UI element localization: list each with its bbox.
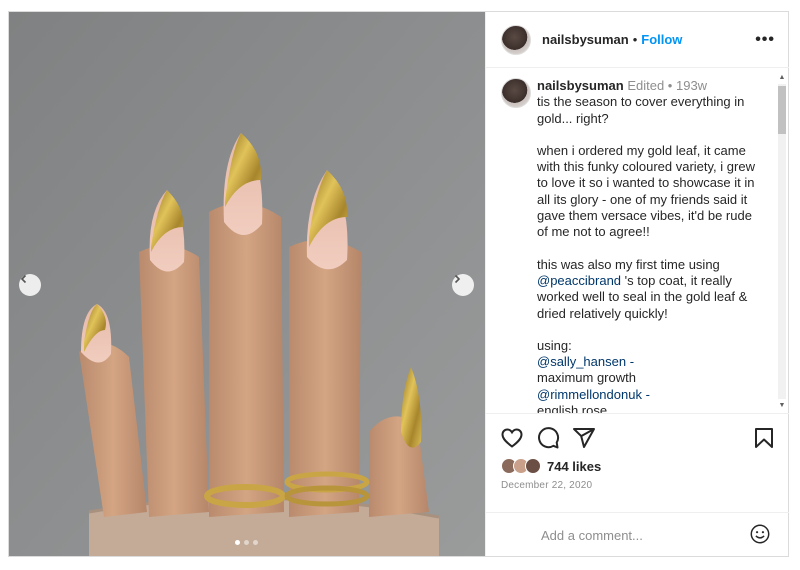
caption-paragraph: when i ordered my gold leaf, it came wit…	[537, 142, 755, 240]
prev-slide-button[interactable]	[19, 274, 41, 296]
scroll-down-arrow-icon[interactable]: ▼	[778, 402, 786, 410]
caption-username[interactable]: nailsbysuman	[537, 78, 624, 93]
author-username[interactable]: nailsbysuman	[542, 32, 629, 47]
post-header: nailsbysuman • Follow •••	[486, 12, 789, 68]
post-side-panel: nailsbysuman • Follow ••• nailsbysuman E…	[485, 12, 789, 556]
caption-line: tis the season to cover everything in go…	[537, 94, 745, 126]
caption: nailsbysuman Edited • 193w tis the seaso…	[537, 78, 763, 413]
caption-paragraph: this was also my first time using @peacc…	[537, 257, 763, 322]
mention-link[interactable]: @sally_hansen -	[537, 354, 763, 370]
caption-text: maximum growth	[537, 370, 636, 386]
next-slide-button[interactable]	[452, 274, 474, 296]
hand-nails-image	[9, 12, 485, 556]
caption-text: using:	[537, 337, 572, 353]
likes-row: 744 likes	[501, 458, 601, 474]
post-modal: nailsbysuman • Follow ••• nailsbysuman E…	[8, 11, 789, 557]
heart-icon[interactable]	[500, 426, 524, 450]
carousel-indicator	[235, 540, 258, 545]
more-options-icon[interactable]: •••	[755, 31, 775, 49]
share-icon[interactable]	[572, 426, 596, 450]
comments-area: nailsbysuman Edited • 193w tis the seaso…	[486, 68, 789, 413]
comments-scrollbar[interactable]: ▲ ▼	[776, 72, 787, 410]
liker-avatar[interactable]	[525, 458, 541, 474]
bookmark-icon[interactable]	[752, 426, 776, 450]
caption-text: english rose	[537, 403, 608, 413]
scroll-up-arrow-icon[interactable]: ▲	[778, 74, 786, 82]
carousel-dot	[235, 540, 240, 545]
post-age[interactable]: 193w	[676, 78, 707, 93]
likes-count[interactable]: 744 likes	[547, 459, 601, 474]
comment-icon[interactable]	[536, 426, 560, 450]
post-date[interactable]: December 22, 2020	[501, 480, 592, 491]
carousel-dot	[244, 540, 249, 545]
chevron-left-icon	[20, 274, 27, 284]
author-avatar[interactable]	[501, 24, 531, 55]
edited-label: Edited •	[627, 78, 673, 93]
add-comment-bar: Add a comment...	[486, 512, 789, 558]
caption-products: using: @sally_hansen - maximum growth @r…	[537, 338, 763, 413]
follow-button[interactable]: Follow	[641, 32, 682, 47]
caption-author-avatar[interactable]	[501, 78, 531, 108]
chevron-right-icon	[454, 274, 461, 284]
post-actions: 744 likes December 22, 2020 Add a commen…	[486, 413, 789, 557]
scrollbar-thumb[interactable]	[778, 86, 786, 134]
post-photo	[9, 12, 485, 556]
separator-dot: •	[632, 32, 638, 47]
mention-link[interactable]: @peaccibrand	[537, 273, 621, 288]
mention-link[interactable]: @rimmellondonuk -	[537, 387, 763, 403]
caption-text: this was also my first time using	[537, 256, 720, 272]
emoji-icon[interactable]	[749, 523, 771, 545]
carousel-dot	[253, 540, 258, 545]
comment-input[interactable]: Add a comment...	[541, 528, 643, 543]
